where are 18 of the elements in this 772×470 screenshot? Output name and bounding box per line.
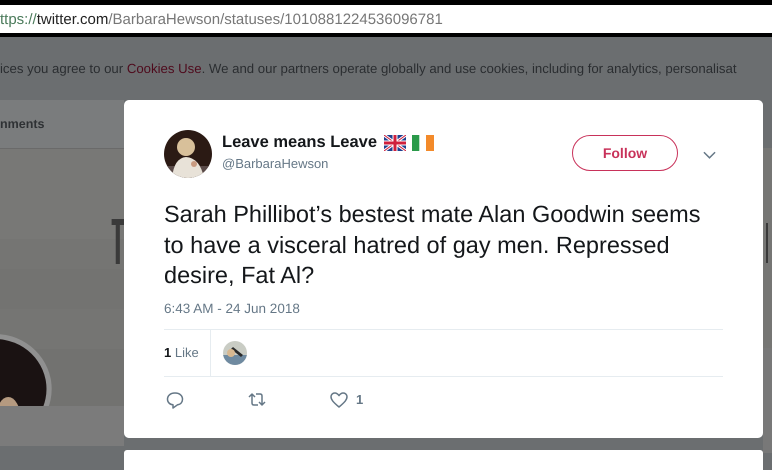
- heart-icon[interactable]: [330, 390, 348, 408]
- nav-tab[interactable]: nments: [0, 117, 44, 131]
- address-bar[interactable]: ttps://twitter.com/BarbaraHewson/statuses/1010881224536096781: [0, 5, 772, 37]
- tweet-timestamp[interactable]: 6:43 AM - 24 Jun 2018: [164, 300, 723, 316]
- reply-icon[interactable]: [166, 390, 184, 408]
- follow-button[interactable]: Follow: [572, 135, 678, 171]
- account-handle[interactable]: @BarbaraHewson: [222, 156, 434, 171]
- chevron-down-icon[interactable]: [703, 151, 716, 159]
- account-name[interactable]: Leave means Leave: [222, 133, 378, 152]
- tweet-text: Sarah Phillibot’s bestest mate Alan Goodwin seems to have a visceral hatred of gay men. Repressed desire, Fat Al?: [164, 200, 702, 290]
- flag-icon: [412, 134, 434, 150]
- url-text: ttps://twitter.com/BarbaraHewson/statuses/1010881224536096781: [0, 10, 443, 28]
- cookies-link[interactable]: Cookies Use: [126, 61, 202, 76]
- action-count: 1: [356, 392, 364, 407]
- cookie-notice: ices you agree to our Cookies Use. We and our partners operate globally and use cookies, including for analytics, personalisat: [0, 60, 738, 78]
- like-count[interactable]: 1 Like: [164, 330, 211, 376]
- flag-icon: [384, 134, 406, 150]
- retweet-icon[interactable]: [248, 390, 266, 408]
